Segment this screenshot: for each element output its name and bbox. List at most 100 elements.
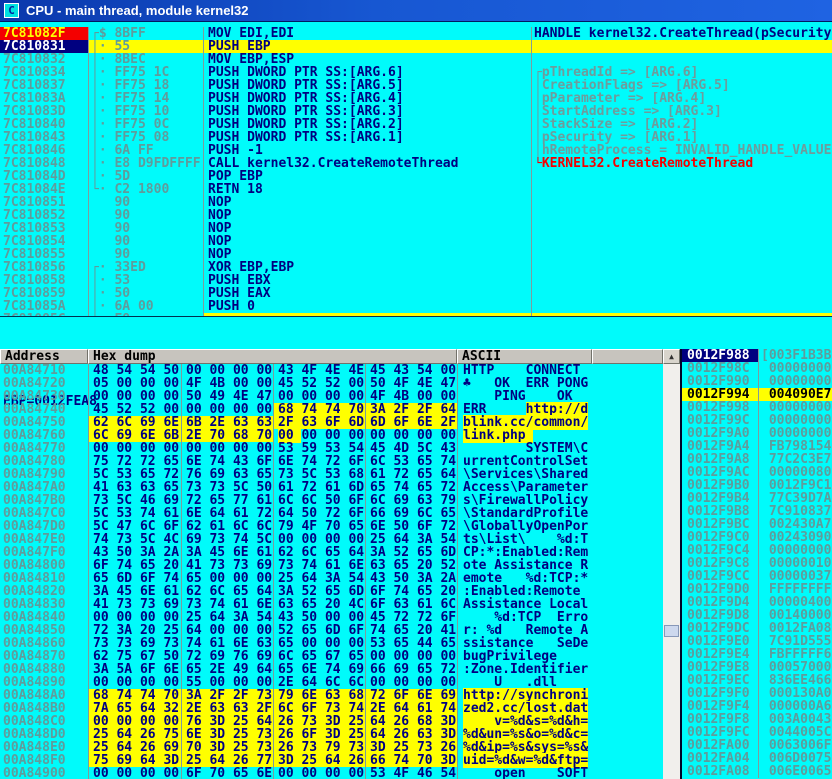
hex-byte: 00 (278, 766, 301, 779)
stack-pane[interactable]: 0012F988[003F1B3B0012F98C 000000000012F9… (680, 349, 832, 779)
dump-row-filler (592, 754, 663, 767)
hex-byte: 6F (186, 766, 209, 779)
dump-hex-cell: 00 00 00 006F 70 65 6E00 00 00 0053 4F 4… (88, 767, 457, 779)
dump-row-filler (592, 364, 663, 377)
dump-row-filler (592, 533, 663, 546)
disasm-row[interactable]: 7C810843│· FF75 08PUSH DWORD PTR SS:[ARG… (0, 131, 832, 144)
disasm-row[interactable]: 7C81082F┌$ 8BFFMOV EDI,EDIHANDLE kernel3… (0, 27, 832, 40)
disasm-row[interactable]: 7C81083D│· FF75 10PUSH DWORD PTR SS:[ARG… (0, 105, 832, 118)
hex-byte: 00 (348, 766, 364, 779)
hex-bytes-cell: │· FF75 08 (88, 131, 203, 144)
disasm-row[interactable]: 7C810852 90NOP (0, 209, 832, 222)
ascii-text: open SOFT (463, 766, 588, 779)
instruction-cell: MOV EDI,EDI (203, 27, 531, 40)
hex-byte-group: 6F 70 65 6E (181, 767, 273, 779)
comment-cell (531, 274, 832, 287)
dump-row-filler (592, 429, 663, 442)
disasm-row[interactable]: 7C810859│· 50PUSH EAX (0, 287, 832, 300)
comment-cell: HANDLE kernel32.CreateThread(pSecurity (531, 27, 832, 40)
stack-row[interactable]: 0012FA08 006E0065 (682, 765, 832, 778)
hex-byte: 70 (209, 766, 232, 779)
comment-cell: │StartAddress => [ARG.3] (531, 105, 832, 118)
comment-cell (531, 287, 832, 300)
address-cell: 7C810856 (0, 261, 88, 274)
instruction-cell: NOP (203, 248, 531, 261)
disasm-row[interactable]: 7C810851 90NOP (0, 196, 832, 209)
dump-header-blank (592, 349, 663, 364)
instruction-cell: RETN 18 (203, 183, 531, 196)
disassembly-rows: 7C81082F┌$ 8BFFMOV EDI,EDIHANDLE kernel3… (0, 27, 832, 316)
dump-header-hex: Hex dump (88, 349, 457, 364)
instruction-cell: POP EBP (203, 170, 531, 183)
instruction-cell: NOP (203, 196, 531, 209)
address-cell: 7C810858 (0, 274, 88, 287)
title-bar: C CPU - main thread, module kernel32 (0, 0, 832, 22)
disasm-row[interactable]: 7C810834│· FF75 1CPUSH DWORD PTR SS:[ARG… (0, 66, 832, 79)
dump-header: Address Hex dump ASCII (0, 349, 663, 364)
hex-bytes-cell: │· 6A 00 (88, 300, 203, 313)
disasm-row[interactable]: 7C810853 90NOP (0, 222, 832, 235)
disasm-row[interactable]: 7C810858│· 53PUSH EBX (0, 274, 832, 287)
hex-byte-group: 00 00 00 00 (273, 767, 365, 779)
stack-value-cell: 006E0065 (758, 765, 832, 778)
dump-rows: 00A8471048 54 54 5000 00 00 0043 4F 4E 4… (0, 364, 663, 779)
dump-row-filler (592, 611, 663, 624)
hex-bytes-cell: │· E8 D9FDFFFF (88, 157, 203, 170)
dump-vertical-scrollbar[interactable]: ▲ (663, 349, 680, 779)
disasm-row[interactable]: 7C810848│· E8 D9FDFFFFCALL kernel32.Crea… (0, 157, 832, 170)
disasm-row[interactable]: 7C810840│· FF75 0CPUSH DWORD PTR SS:[ARG… (0, 118, 832, 131)
hex-byte: 6E (256, 766, 272, 779)
hex-bytes-cell: │· 50 (88, 287, 203, 300)
hex-byte: 65 (233, 766, 256, 779)
instruction-cell: PUSH DWORD PTR SS:[ARG.1] (203, 131, 531, 144)
scroll-up-arrow-icon[interactable]: ▲ (663, 349, 680, 364)
dump-row-filler (592, 767, 663, 779)
dump-row-filler (592, 546, 663, 559)
comment-cell (531, 209, 832, 222)
hex-byte-group: 00 00 00 00 (89, 767, 181, 779)
instruction-cell: NOP (203, 235, 531, 248)
comment-cell: └KERNEL32.CreateRemoteThread (531, 157, 832, 170)
dump-row-filler (592, 481, 663, 494)
comment-cell (531, 248, 832, 261)
instruction-cell: PUSH DWORD PTR SS:[ARG.4] (203, 92, 531, 105)
disasm-row[interactable]: 7C81084E└· C2 1800RETN 18 (0, 183, 832, 196)
disasm-row[interactable]: 7C810856┌· 33EDXOR EBP,EBP (0, 261, 832, 274)
dump-header-ascii: ASCII (457, 349, 592, 364)
scrollbar-thumb[interactable] (664, 625, 679, 637)
hex-bytes-cell: │· FF75 0C (88, 118, 203, 131)
disasm-row[interactable]: 7C810837│· FF75 18PUSH DWORD PTR SS:[ARG… (0, 79, 832, 92)
disasm-row[interactable]: 7C81083A│· FF75 14PUSH DWORD PTR SS:[ARG… (0, 92, 832, 105)
disasm-row[interactable]: 7C810855 90NOP (0, 248, 832, 261)
instruction-cell: PUSH EAX (203, 287, 531, 300)
disasm-row[interactable]: 7C810832│· 8BECMOV EBP,ESP (0, 53, 832, 66)
hex-bytes-cell: │· FF75 14 (88, 92, 203, 105)
disasm-row[interactable]: 7C810846│· 6A FFPUSH -1│hRemoteProcess =… (0, 144, 832, 157)
hex-bytes-cell: 90 (88, 196, 203, 209)
cpu-window-icon[interactable]: C (4, 3, 19, 18)
dump-ascii-cell: open SOFT (457, 767, 592, 779)
address-cell: 7C810854 (0, 235, 88, 248)
dump-row-filler (592, 624, 663, 637)
dump-row-filler (592, 416, 663, 429)
disasm-row[interactable]: 7C81085A│· 6A 00PUSH 0 (0, 300, 832, 313)
instruction-cell: NOP (203, 209, 531, 222)
disassembly-pane[interactable]: 7C81082F┌$ 8BFFMOV EDI,EDIHANDLE kernel3… (0, 22, 832, 316)
comment-cell (531, 196, 832, 209)
disasm-row[interactable]: 7C810831│· 55PUSH EBP (0, 40, 832, 53)
comment-cell (531, 183, 832, 196)
dump-address-cell: 00A84900 (0, 767, 88, 779)
hex-byte: 00 (163, 766, 179, 779)
disasm-row[interactable]: 7C810854 90NOP (0, 235, 832, 248)
hex-dump-pane[interactable]: 00A8471048 54 54 5000 00 00 0043 4F 4E 4… (0, 364, 663, 779)
hex-bytes-cell: 90 (88, 248, 203, 261)
hex-bytes-cell: │· FF75 18 (88, 79, 203, 92)
dump-row[interactable]: 00A8490000 00 00 006F 70 65 6E00 00 00 0… (0, 767, 663, 779)
dump-row-filler (592, 650, 663, 663)
address-cell: 7C81085A (0, 300, 88, 313)
hex-bytes-cell: │· 53 (88, 274, 203, 287)
hex-byte: 00 (325, 766, 348, 779)
comment-cell: │StackSize => [ARG.2] (531, 118, 832, 131)
dump-row-filler (592, 377, 663, 390)
disasm-row[interactable]: 7C81084D│· 5DPOP EBP (0, 170, 832, 183)
